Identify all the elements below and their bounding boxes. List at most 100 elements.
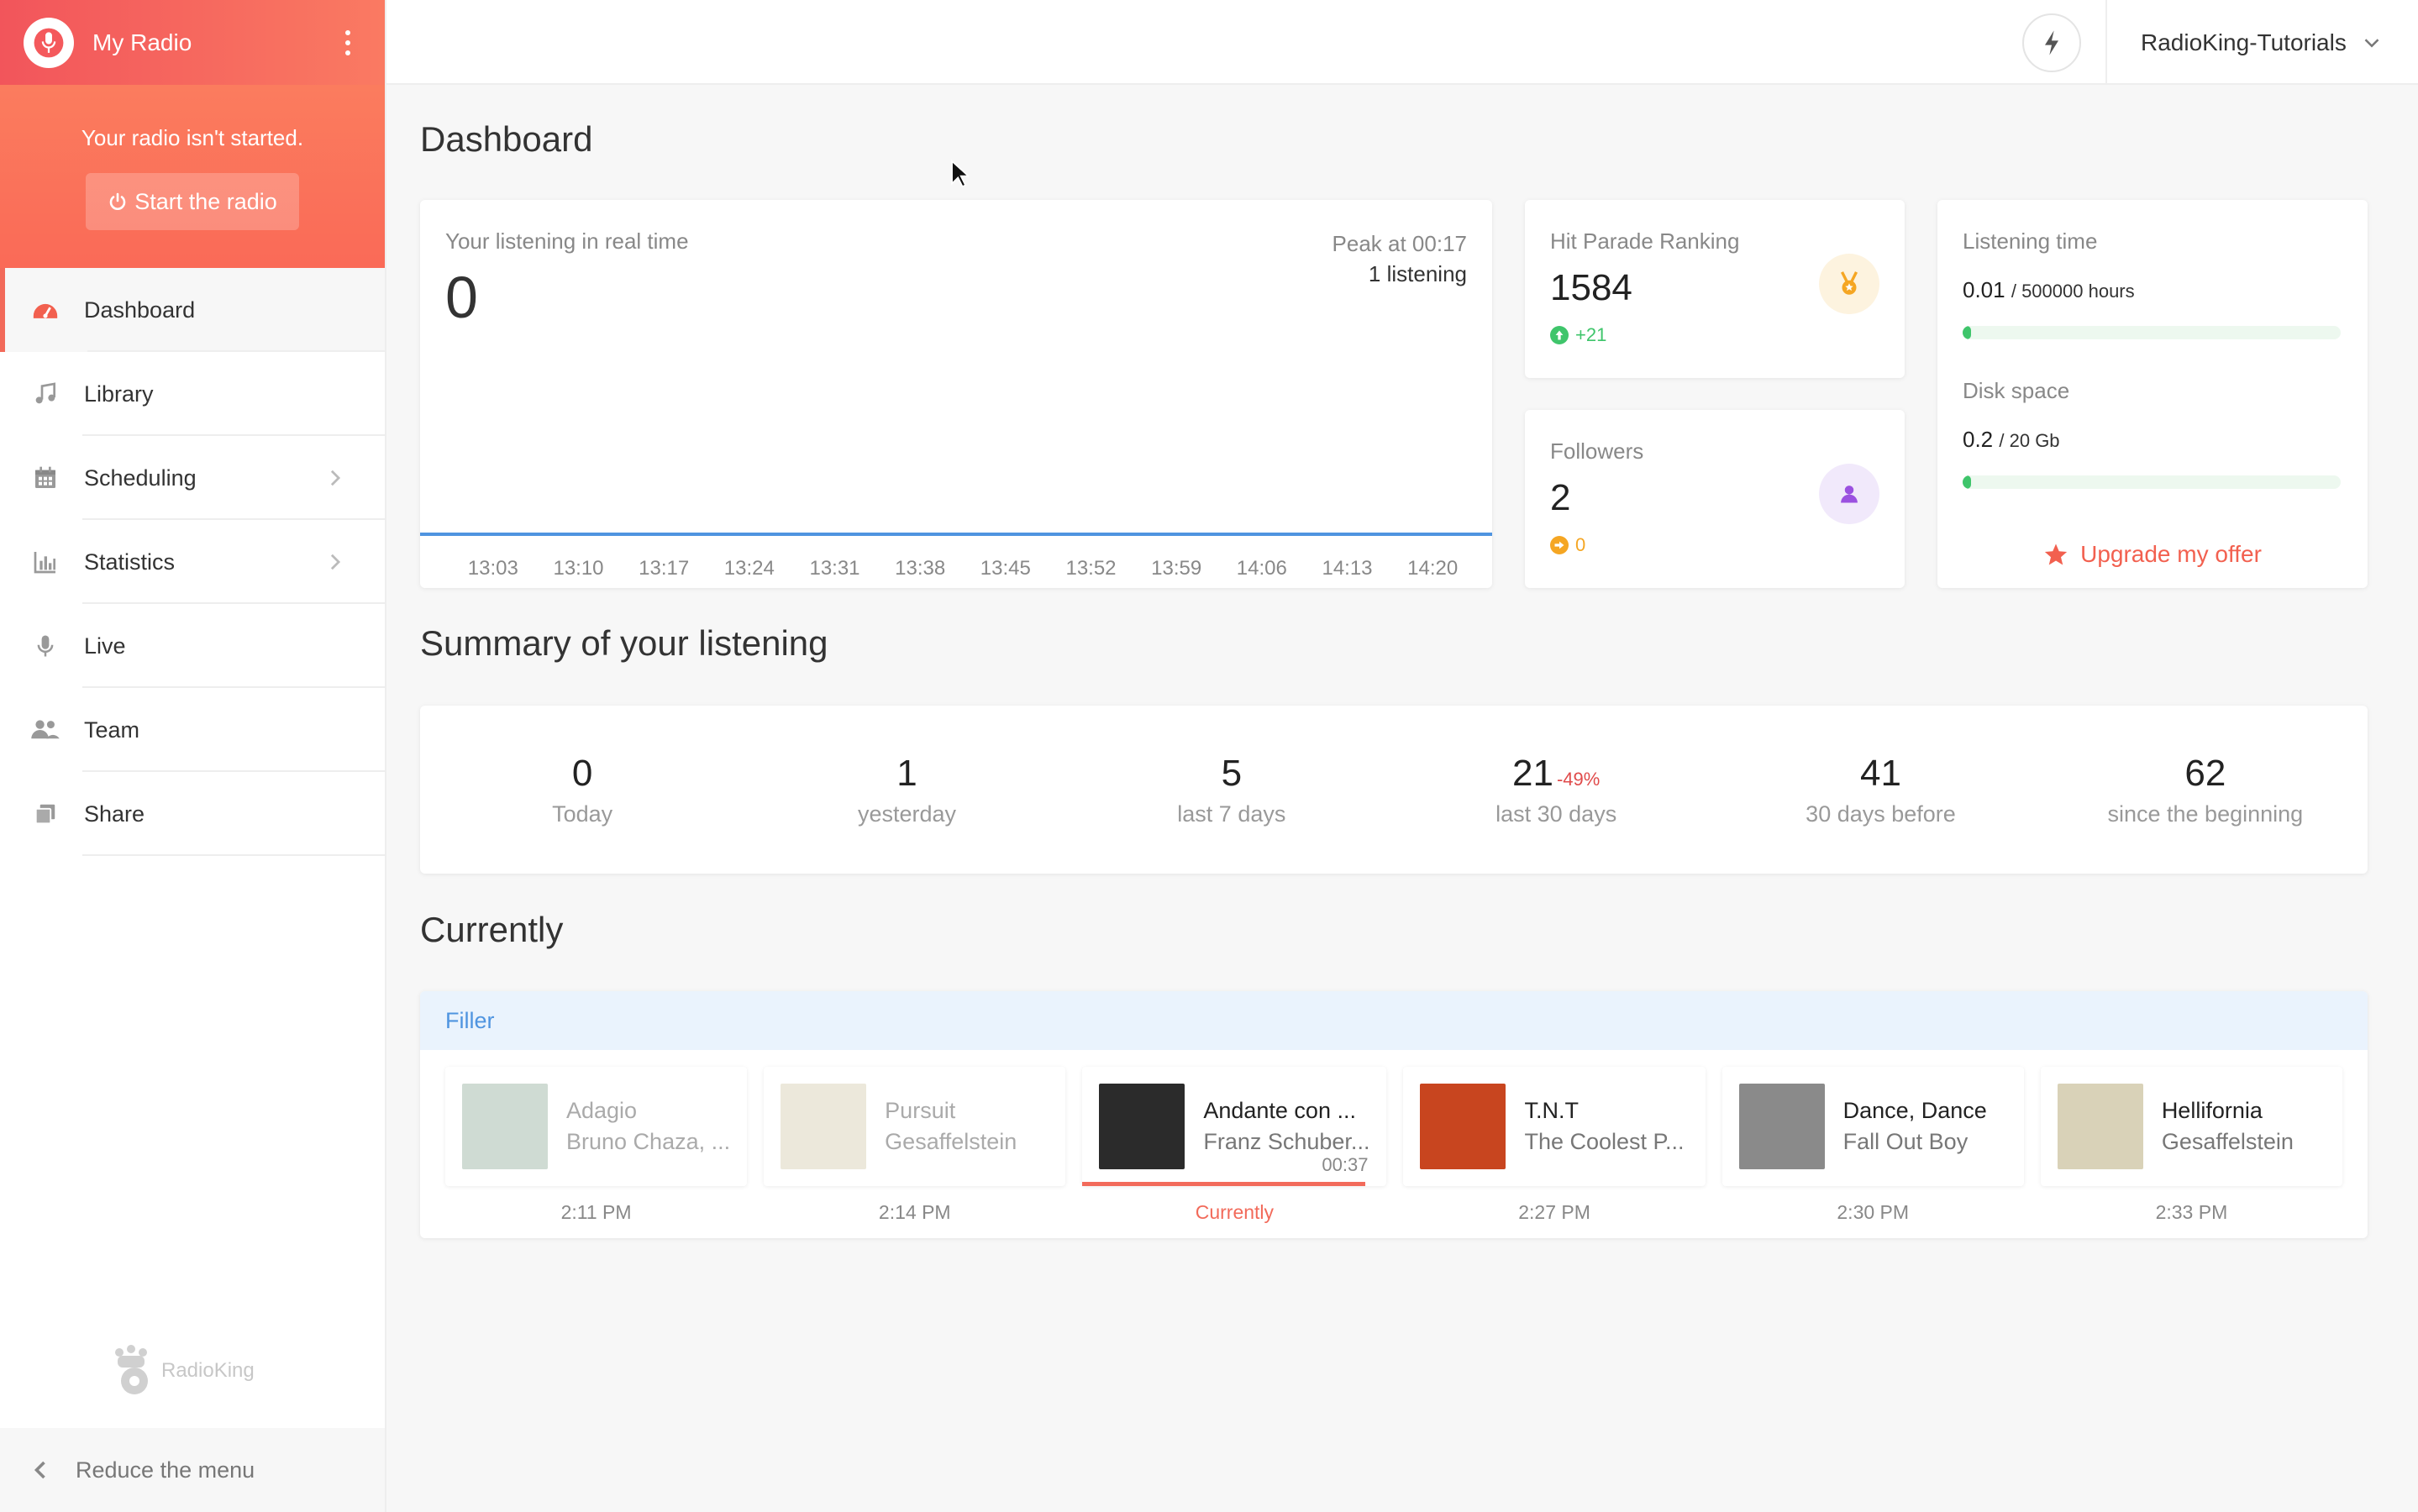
- summary-value: 0: [571, 752, 593, 794]
- x-tick-label: 13:03: [468, 557, 518, 580]
- track-info: T.N.T The Coolest P...: [1524, 1098, 1684, 1155]
- track-title: Hellifornia: [2161, 1098, 2263, 1123]
- sidebar-item-live[interactable]: Live: [0, 604, 385, 688]
- summary-value: 1: [896, 752, 917, 794]
- track-artist: The Coolest P...: [1524, 1129, 1685, 1154]
- listening-time-progress: [1963, 326, 2341, 339]
- mouse-cursor-icon: [951, 160, 969, 188]
- radioking-logo-text: RadioKing: [161, 1359, 255, 1382]
- track-artist: Gesaffelstein: [2161, 1129, 2294, 1154]
- x-tick-label: 13:31: [809, 557, 859, 580]
- summary-value: 21: [1512, 752, 1553, 794]
- track-title: Pursuit: [885, 1098, 956, 1123]
- calendar-icon: [30, 463, 60, 493]
- summary-cell: 5 last 7 days: [1070, 753, 1394, 827]
- track-card[interactable]: Andante con ... Franz Schuber... 00:37: [1082, 1067, 1387, 1186]
- disk-space-label: Disk space: [1963, 378, 2070, 403]
- summary-label: last 30 days: [1495, 801, 1617, 827]
- bar-chart-icon: [30, 547, 60, 577]
- x-tick-label: 14:13: [1322, 557, 1372, 580]
- x-tick-label: 13:38: [895, 557, 945, 580]
- album-cover: [781, 1084, 867, 1169]
- track-item[interactable]: T.N.T The Coolest P... 2:27 PM: [1403, 1067, 1706, 1224]
- account-menu[interactable]: RadioKing-Tutorials: [2141, 0, 2380, 85]
- track-artist: Fall Out Boy: [1842, 1129, 1969, 1154]
- microphone-icon: [30, 631, 60, 661]
- disk-space-used: 0.2: [1963, 427, 1994, 452]
- track-card[interactable]: Hellifornia Gesaffelstein: [2040, 1067, 2342, 1186]
- dashboard-icon: [30, 295, 60, 325]
- followers-label: Followers: [1550, 438, 1644, 464]
- track-time: 2:30 PM: [1837, 1201, 1910, 1223]
- sidebar-item-dashboard[interactable]: Dashboard: [0, 268, 385, 352]
- track-artist: Franz Schuber...: [1203, 1129, 1370, 1154]
- radio-status-text: Your radio isn't started.: [81, 125, 304, 150]
- track-time: Currently: [1195, 1201, 1275, 1223]
- track-item[interactable]: Dance, Dance Fall Out Boy 2:30 PM: [1722, 1067, 2024, 1224]
- playlist-name[interactable]: Filler: [420, 991, 2368, 1050]
- summary-number-row: 21 -49%: [1394, 753, 1718, 795]
- summary-cell: 41 30 days before: [1718, 753, 2042, 827]
- x-tick-label: 14:20: [1407, 557, 1458, 580]
- hit-parade-card[interactable]: Hit Parade Ranking 1584 +21: [1525, 200, 1905, 378]
- summary-number-row: 62: [2043, 753, 2368, 795]
- track-card[interactable]: Dance, Dance Fall Out Boy: [1722, 1067, 2024, 1186]
- track-card[interactable]: T.N.T The Coolest P...: [1403, 1067, 1706, 1186]
- sidebar-item-scheduling[interactable]: Scheduling: [0, 436, 385, 520]
- music-note-icon: [30, 379, 60, 409]
- sidebar-item-library[interactable]: Library: [0, 352, 385, 436]
- more-options-icon[interactable]: [334, 29, 361, 55]
- track-card[interactable]: Adagio Bruno Chaza, ...: [445, 1067, 748, 1186]
- radioking-crown-icon: [115, 1345, 148, 1394]
- track-info: Dance, Dance Fall Out Boy: [1843, 1098, 1987, 1155]
- upgrade-offer-label: Upgrade my offer: [2080, 541, 2262, 567]
- radio-avatar[interactable]: [24, 17, 74, 68]
- quick-actions-button[interactable]: [2022, 13, 2081, 72]
- upgrade-offer-link[interactable]: Upgrade my offer: [1937, 541, 2368, 568]
- arrow-up-circle-icon: [1550, 326, 1569, 344]
- track-title: Adagio: [566, 1098, 638, 1123]
- listening-time-total: / 500000 hours: [2011, 281, 2135, 302]
- track-artist: Bruno Chaza, ...: [566, 1129, 731, 1154]
- summary-grid: 0 Today 1 yesterday 5 last 7 days 21 -49% last 3…: [420, 706, 2368, 874]
- track-title: T.N.T: [1524, 1098, 1579, 1123]
- sidebar-item-share[interactable]: Share: [0, 772, 385, 856]
- radio-header: My Radio: [0, 0, 385, 85]
- track-info: Andante con ... Franz Schuber...: [1203, 1098, 1369, 1155]
- currently-title: Currently: [420, 910, 564, 949]
- x-tick-label: 13:52: [1065, 557, 1116, 580]
- followers-value: 2: [1550, 477, 1571, 518]
- summary-cell: 62 since the beginning: [2043, 753, 2368, 827]
- summary-title: Summary of your listening: [420, 623, 828, 663]
- sidebar-item-label: Statistics: [84, 549, 176, 575]
- track-item[interactable]: Pursuit Gesaffelstein 2:14 PM: [764, 1067, 1066, 1224]
- album-cover: [1738, 1084, 1825, 1169]
- sidebar-item-label: Team: [84, 717, 140, 743]
- summary-cell: 21 -49% last 30 days: [1394, 753, 1718, 827]
- track-card[interactable]: Pursuit Gesaffelstein: [764, 1067, 1066, 1186]
- track-item[interactable]: Hellifornia Gesaffelstein 2:33 PM: [2040, 1067, 2342, 1224]
- peak-label: Peak at 00:17: [1332, 231, 1467, 256]
- track-item[interactable]: Adagio Bruno Chaza, ... 2:11 PM: [445, 1067, 748, 1224]
- followers-card[interactable]: Followers 2 0: [1525, 410, 1905, 588]
- album-cover: [2057, 1084, 2143, 1169]
- listening-time-value: 0.01 / 500000 hours: [1963, 277, 2135, 303]
- sidebar-item-statistics[interactable]: Statistics: [0, 520, 385, 604]
- track-artist: Gesaffelstein: [885, 1129, 1017, 1154]
- start-radio-button[interactable]: Start the radio: [86, 173, 299, 230]
- reduce-menu-button[interactable]: Reduce the menu: [0, 1428, 385, 1512]
- sidebar-item-team[interactable]: Team: [0, 688, 385, 772]
- summary-label: yesterday: [857, 801, 957, 827]
- x-tick-label: 13:10: [553, 557, 603, 580]
- hit-parade-label: Hit Parade Ranking: [1550, 228, 1740, 254]
- track-elapsed: 00:37: [1322, 1154, 1369, 1175]
- medal-icon: [1819, 254, 1879, 314]
- x-tick-label: 13:24: [724, 557, 775, 580]
- listening-time-label: Listening time: [1963, 228, 2098, 254]
- x-tick-label: 13:59: [1151, 557, 1201, 580]
- track-info: Hellifornia Gesaffelstein: [2162, 1098, 2294, 1155]
- x-tick-label: 14:06: [1237, 557, 1287, 580]
- track-item[interactable]: Andante con ... Franz Schuber... 00:37 Curr…: [1082, 1067, 1387, 1224]
- chevron-left-icon: [34, 1461, 45, 1479]
- track-time: 2:27 PM: [1518, 1201, 1590, 1223]
